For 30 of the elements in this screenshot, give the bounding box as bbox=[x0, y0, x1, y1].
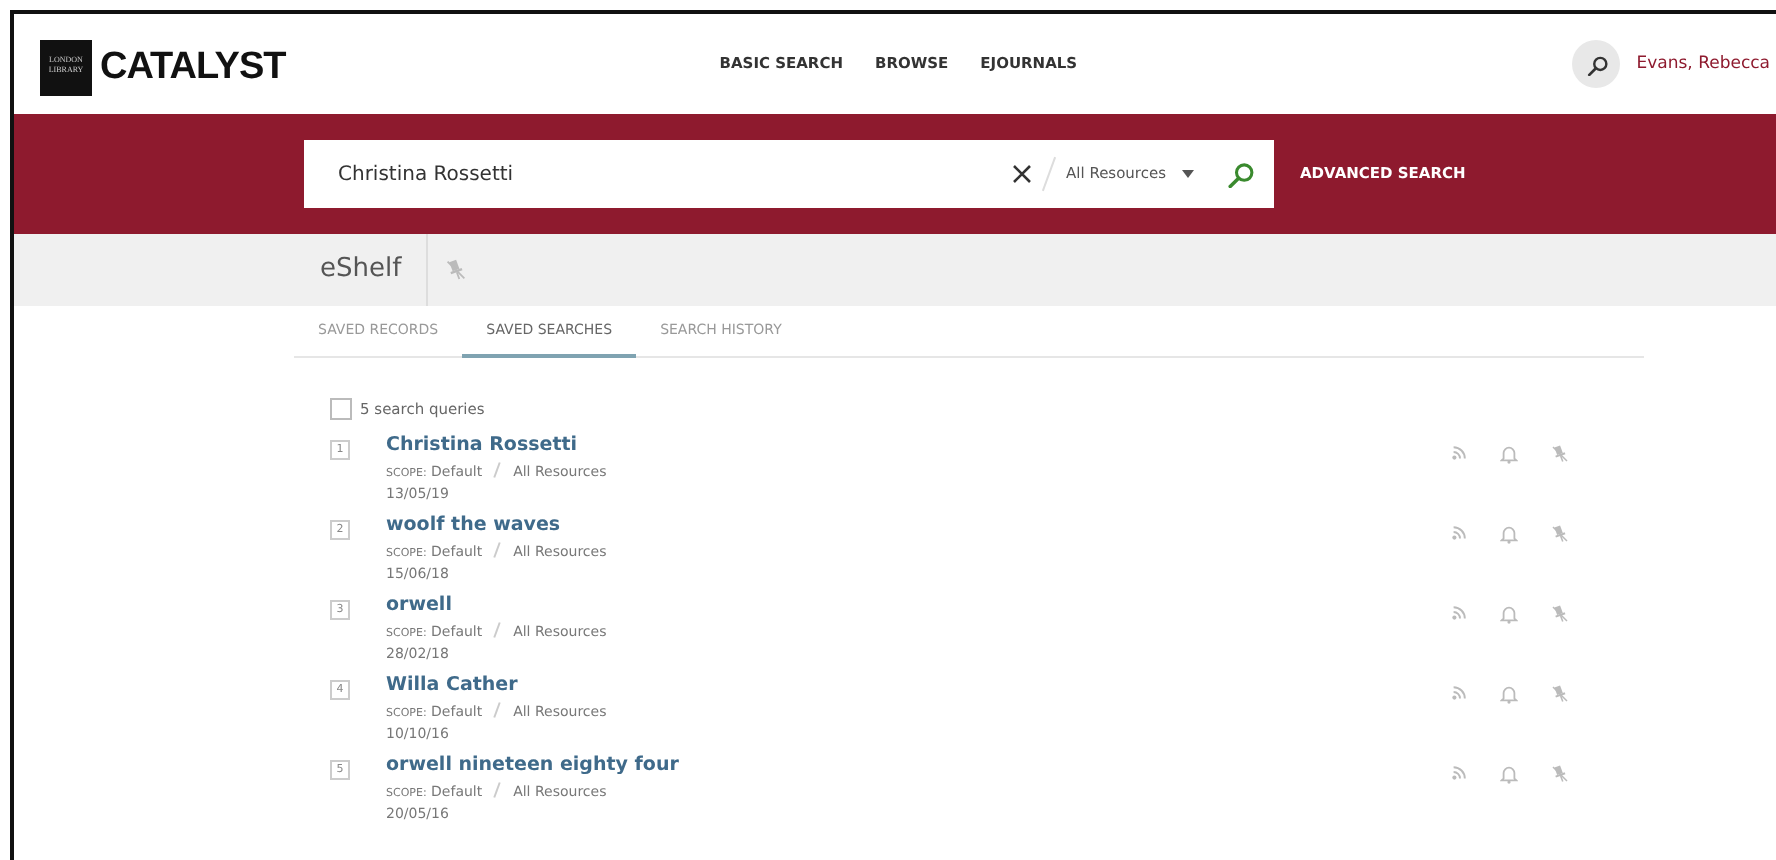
bell-icon[interactable] bbox=[1500, 604, 1518, 625]
search-button[interactable] bbox=[1572, 40, 1621, 88]
page-title: eShelf bbox=[294, 234, 428, 306]
bell-icon[interactable] bbox=[1500, 444, 1518, 465]
unpin-icon[interactable] bbox=[1550, 524, 1570, 545]
unpin-icon bbox=[443, 258, 468, 282]
checkbox[interactable] bbox=[330, 398, 352, 421]
query-title-link[interactable]: Willa Cather bbox=[386, 672, 607, 701]
unpin-icon[interactable] bbox=[1550, 764, 1570, 785]
rss-icon[interactable] bbox=[1452, 684, 1468, 701]
query-title-link[interactable]: orwell nineteen eighty four bbox=[386, 752, 679, 781]
unpin-icon[interactable] bbox=[1550, 444, 1570, 465]
query-title-link[interactable]: orwell bbox=[386, 592, 607, 621]
search-icon[interactable] bbox=[1226, 160, 1254, 188]
rss-icon[interactable] bbox=[1452, 444, 1468, 461]
unpin-icon[interactable] bbox=[1550, 684, 1570, 705]
query-title-link[interactable]: Christina Rossetti bbox=[386, 432, 607, 461]
clear-icon[interactable] bbox=[1012, 164, 1033, 184]
query-title-link[interactable]: woolf the waves bbox=[386, 512, 607, 541]
search-icon bbox=[1585, 53, 1608, 75]
rss-icon[interactable] bbox=[1452, 604, 1468, 621]
bell-icon[interactable] bbox=[1500, 524, 1518, 545]
user-name[interactable]: Evans, Rebecca bbox=[1636, 51, 1770, 77]
logo-text: CATALYST bbox=[100, 43, 286, 92]
caret-icon bbox=[1182, 170, 1194, 178]
rss-icon[interactable] bbox=[1452, 764, 1468, 781]
rss-icon[interactable] bbox=[1452, 524, 1468, 541]
bell-icon[interactable] bbox=[1500, 684, 1518, 705]
bell-icon[interactable] bbox=[1500, 764, 1518, 785]
unpin-icon[interactable] bbox=[1550, 604, 1570, 625]
